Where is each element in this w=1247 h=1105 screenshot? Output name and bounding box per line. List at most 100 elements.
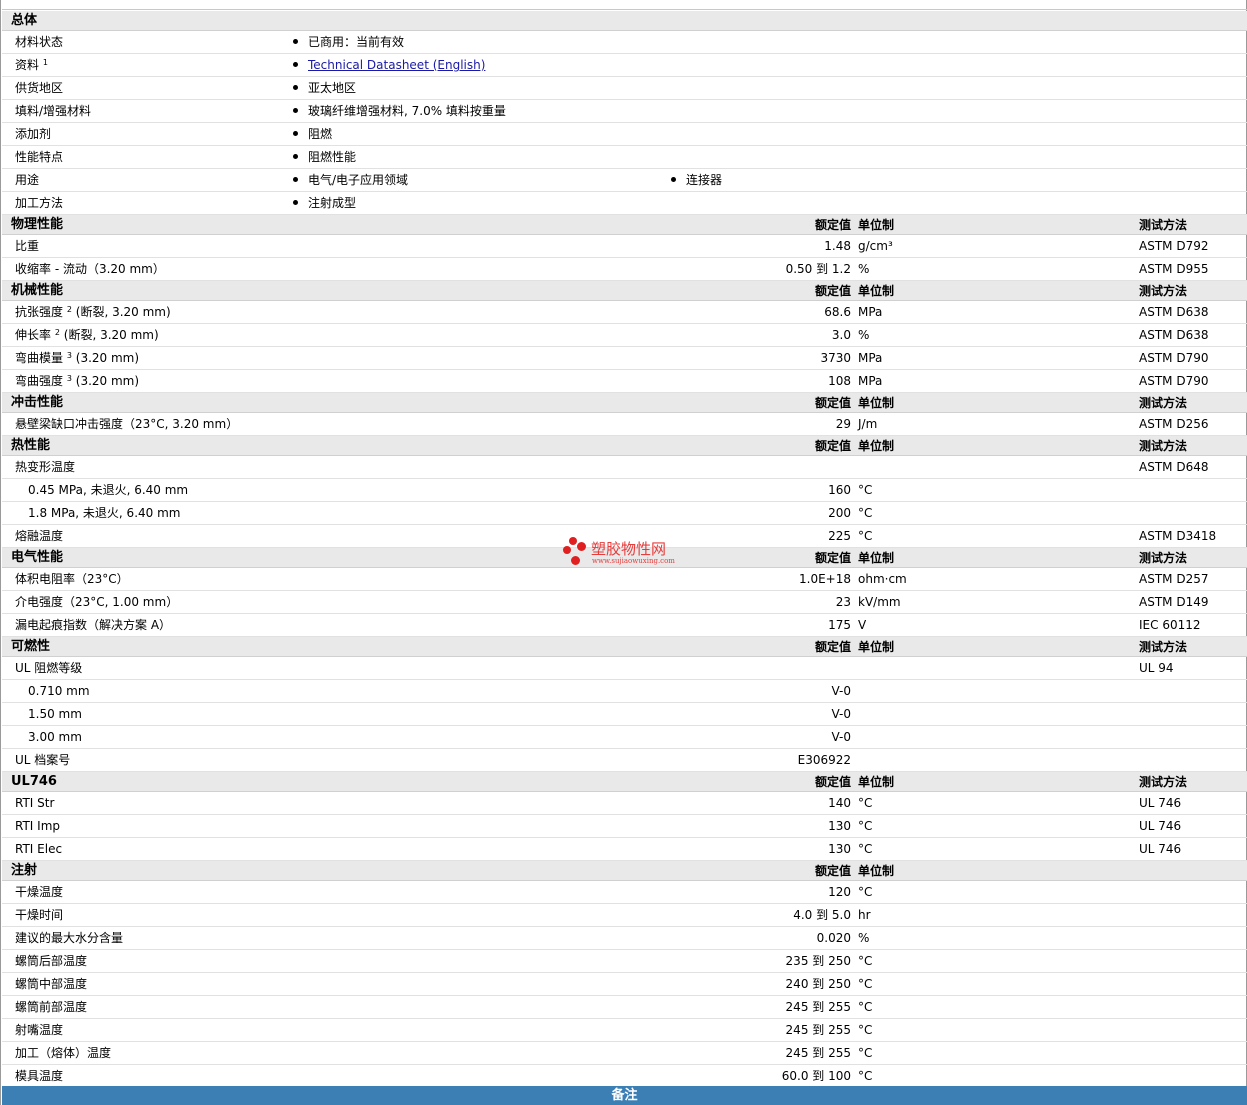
notes-title: 备注 xyxy=(611,1088,638,1103)
general-row: 加工方法 注射成型 xyxy=(2,192,1247,215)
property-name: RTI Imp xyxy=(15,819,60,833)
property-label: RTI Imp xyxy=(15,815,60,838)
general-value: 注射成型 xyxy=(293,192,356,215)
property-row: 收缩率 - 流动（3.20 mm） 0.50 到 1.2% ASTM D955 xyxy=(2,258,1247,281)
general-value: 玻璃纤维增强材料, 7.0% 填料按重量 xyxy=(293,100,506,123)
property-name: 螺筒中部温度 xyxy=(15,977,88,991)
bullet-icon xyxy=(293,39,298,44)
property-unit: MPa xyxy=(858,305,883,319)
footnote-marker[interactable]: 3 xyxy=(67,374,72,383)
section-header: UL746 额定值 单位制 测试方法 xyxy=(2,772,1247,792)
general-value-2: 连接器 xyxy=(671,169,722,192)
property-name: RTI Str xyxy=(15,796,55,810)
test-method: UL 746 xyxy=(1139,796,1182,810)
property-value: V-0 xyxy=(831,684,851,698)
unit-column-header: 单位制 xyxy=(858,396,895,410)
property-label: 比重 xyxy=(15,235,39,258)
property-value: 0.50 到 1.2 xyxy=(785,262,851,276)
property-value: 140 xyxy=(828,796,851,810)
property-name: 体积电阻率（23°C） xyxy=(15,572,129,586)
property-label: 加工（熔体）温度 xyxy=(15,1042,111,1065)
property-row: 弯曲强度 3 (3.20 mm) 108 MPa ASTM D790 xyxy=(2,370,1247,393)
property-label: 抗张强度 2 (断裂, 3.20 mm) xyxy=(15,301,171,324)
section-title: 冲击性能 xyxy=(11,395,64,410)
property-name: 填料/增强材料 xyxy=(15,104,92,118)
watermark-logo-dot xyxy=(569,537,577,545)
test-method: UL 94 xyxy=(1139,661,1174,675)
property-name: 干燥温度 xyxy=(15,885,64,899)
property-name: 干燥时间 xyxy=(15,908,64,922)
general-row: 用途 电气/电子应用领域 连接器 xyxy=(2,169,1247,192)
property-label: 性能特点 xyxy=(15,146,63,169)
bullet-icon xyxy=(293,154,298,159)
section-header: 热性能 额定值 单位制 测试方法 xyxy=(2,436,1247,456)
property-value: V-0 xyxy=(831,730,851,744)
property-row: 干燥时间 4.0 到 5.0 hr xyxy=(2,904,1247,927)
property-label: 螺筒中部温度 xyxy=(15,973,87,996)
property-name: 供货地区 xyxy=(15,81,64,95)
property-unit: °C xyxy=(858,885,873,899)
general-row: 资料 1 Technical Datasheet (English) xyxy=(2,54,1247,77)
general-value-text: 已商用：当前有效 xyxy=(308,35,405,49)
property-value: 120 xyxy=(828,885,851,899)
watermark-logo-dot xyxy=(563,546,571,554)
general-value-text: 玻璃纤维增强材料, 7.0% 填料按重量 xyxy=(308,104,506,118)
test-method: ASTM D955 xyxy=(1139,262,1209,276)
notes-bar[interactable]: 备注 xyxy=(2,1086,1247,1105)
property-value: E306922 xyxy=(797,753,851,767)
unit-column-header: 单位制 xyxy=(858,864,895,878)
property-unit: MPa xyxy=(858,374,883,388)
footnote-marker[interactable]: 1 xyxy=(43,58,48,67)
property-name: 3.00 mm xyxy=(28,730,82,744)
unit-column-header: 单位制 xyxy=(858,640,895,654)
property-name: 射嘴温度 xyxy=(15,1023,64,1037)
general-value-text: 阻燃性能 xyxy=(308,150,357,164)
property-value: 130 xyxy=(828,819,851,833)
property-row: 悬壁梁缺口冲击强度（23°C, 3.20 mm） 29 J/m ASTM D256 xyxy=(2,413,1247,436)
property-value: 160 xyxy=(828,483,851,497)
property-label: 填料/增强材料 xyxy=(15,100,91,123)
property-row: 1.8 MPa, 未退火, 6.40 mm 200 °C xyxy=(2,502,1247,525)
value-column-header: 额定值 xyxy=(814,218,851,232)
datasheet: 总体 材料状态 已商用：当前有效 资料 1 Technical Datasheet (E… xyxy=(0,0,1247,1105)
datasheet-link[interactable]: Technical Datasheet (English) xyxy=(308,58,485,72)
watermark-logo-dot xyxy=(571,556,580,565)
property-row: 热变形温度 ASTM D648 xyxy=(2,456,1247,479)
property-label: 收缩率 - 流动（3.20 mm） xyxy=(15,258,165,281)
property-unit: hr xyxy=(858,908,871,922)
property-row: 螺筒前部温度 245 到 255 °C xyxy=(2,996,1247,1019)
footnote-marker[interactable]: 3 xyxy=(67,351,72,360)
bullet-icon xyxy=(293,177,298,182)
general-value-text: 注射成型 xyxy=(308,196,357,210)
property-condition: (断裂, 3.20 mm) xyxy=(63,328,159,342)
property-name: 螺筒后部温度 xyxy=(15,954,88,968)
footnote-marker[interactable]: 2 xyxy=(67,305,72,314)
test-method: ASTM D256 xyxy=(1139,417,1209,431)
test-method-column-header: 测试方法 xyxy=(1139,284,1188,298)
property-row: 射嘴温度 245 到 255 °C xyxy=(2,1019,1247,1042)
property-label: UL 档案号 xyxy=(15,749,70,772)
property-value: 1.48 xyxy=(824,239,851,253)
footnote-marker[interactable]: 2 xyxy=(55,328,60,337)
property-label: 射嘴温度 xyxy=(15,1019,63,1042)
property-row: RTI Elec 130 °C UL 746 xyxy=(2,838,1247,861)
property-unit: kV/mm xyxy=(858,595,901,609)
section-title: 电气性能 xyxy=(11,550,64,565)
general-value: 阻燃性能 xyxy=(293,146,356,169)
property-name: RTI Elec xyxy=(15,842,63,856)
property-name: 收缩率 - 流动（3.20 mm） xyxy=(15,262,165,276)
property-value: 23 xyxy=(835,595,851,609)
property-label: 建议的最大水分含量 xyxy=(15,927,123,950)
property-value: 130 xyxy=(828,842,851,856)
test-method-column-header: 测试方法 xyxy=(1139,551,1188,565)
test-method: IEC 60112 xyxy=(1139,618,1201,632)
unit-column-header: 单位制 xyxy=(858,284,895,298)
property-row: 漏电起痕指数（解决方案 A） 175 V IEC 60112 xyxy=(2,614,1247,637)
property-label: 弯曲强度 3 (3.20 mm) xyxy=(15,370,139,393)
test-method: ASTM D792 xyxy=(1139,239,1209,253)
test-method-column-header: 测试方法 xyxy=(1139,218,1188,232)
general-value-text: 电气/电子应用领域 xyxy=(308,173,409,187)
property-label: 1.50 mm xyxy=(28,703,82,726)
property-unit: °C xyxy=(858,819,873,833)
test-method-column-header: 测试方法 xyxy=(1139,640,1188,654)
